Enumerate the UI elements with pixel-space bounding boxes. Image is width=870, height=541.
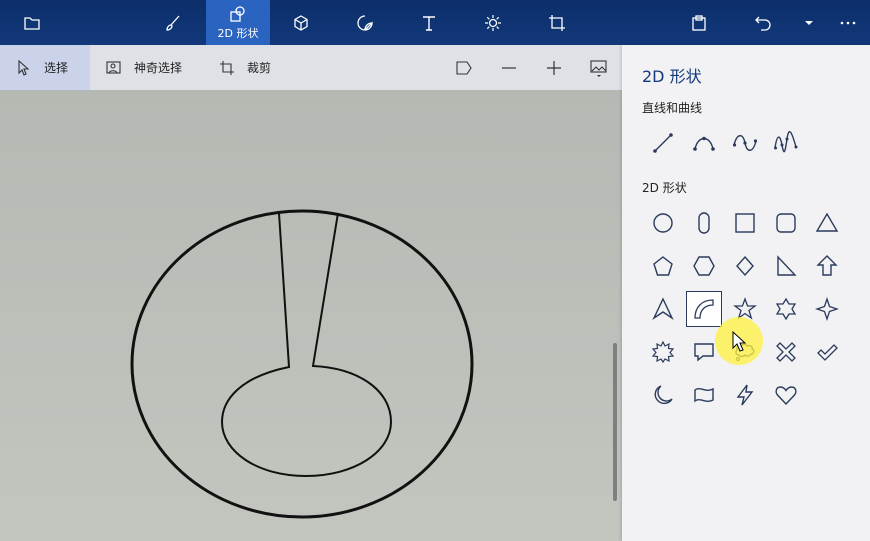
magic-select-button[interactable]: 神奇选择 (106, 45, 182, 90)
shape-toolbar: 选择 神奇选择 裁剪 (0, 45, 622, 90)
zoom-in-icon[interactable] (544, 58, 564, 78)
sticker-icon[interactable] (347, 0, 383, 45)
s-curve-icon[interactable] (727, 125, 763, 161)
right-triangle-icon[interactable] (768, 248, 804, 284)
inner-shape-outline (220, 212, 393, 478)
tab-2d-shapes-label: 2D 形状 (217, 26, 259, 40)
text-icon[interactable] (411, 0, 447, 45)
canvas-crop-icon[interactable] (539, 0, 575, 45)
checkmark-icon[interactable] (809, 334, 845, 370)
arrow-up-icon[interactable] (809, 248, 845, 284)
lightning-icon[interactable] (727, 377, 763, 413)
line-icon[interactable] (645, 125, 681, 161)
star-4-icon[interactable] (809, 291, 845, 327)
magic-select-icon (106, 60, 121, 74)
x-icon[interactable] (768, 334, 804, 370)
top-toolbar: 2D 形状 (0, 0, 870, 45)
select-button[interactable]: 选择 (0, 45, 90, 90)
pentagon-icon[interactable] (645, 248, 681, 284)
image-view-icon[interactable] (589, 58, 609, 78)
brush-icon[interactable] (155, 0, 191, 45)
curve-icon[interactable] (686, 125, 722, 161)
lines-section-heading: 直线和曲线 (642, 101, 703, 115)
banner-icon[interactable] (686, 377, 722, 413)
crop-button[interactable]: 裁剪 (219, 45, 271, 90)
undo-icon[interactable] (745, 0, 781, 45)
star-6-icon[interactable] (768, 291, 804, 327)
mouse-pointer-icon (732, 331, 747, 352)
magic-select-label: 神奇选择 (134, 61, 183, 75)
hexagon-icon[interactable] (686, 248, 722, 284)
burst-icon[interactable] (645, 334, 681, 370)
quarter-circle-icon[interactable] (686, 291, 722, 327)
more-icon[interactable] (830, 0, 866, 45)
square-icon[interactable] (727, 205, 763, 241)
zoom-out-icon[interactable] (499, 58, 519, 78)
crop-icon (220, 60, 234, 75)
history-dropdown-icon[interactable] (795, 0, 823, 45)
vertical-scrollbar[interactable] (613, 343, 617, 501)
shapes-panel: 2D 形状 直线和曲线 2D 形状 (622, 45, 870, 541)
capsule-icon[interactable] (686, 205, 722, 241)
shapes-2d-icon (230, 5, 245, 22)
view-flag-icon[interactable] (454, 58, 474, 78)
double-curve-icon[interactable] (768, 125, 804, 161)
outer-circle-shape (130, 209, 474, 519)
folder-icon[interactable] (14, 0, 50, 45)
heart-icon[interactable] (768, 377, 804, 413)
pointer-icon (18, 59, 30, 76)
diamond-icon[interactable] (727, 248, 763, 284)
panel-title: 2D 形状 (642, 67, 702, 86)
shapes-section-heading: 2D 形状 (642, 181, 687, 195)
paste-icon[interactable] (681, 0, 717, 45)
circle-icon[interactable] (645, 205, 681, 241)
crop-label: 裁剪 (247, 61, 272, 75)
arrowhead-icon[interactable] (645, 291, 681, 327)
rounded-square-icon[interactable] (768, 205, 804, 241)
cube-3d-icon[interactable] (283, 0, 319, 45)
tab-2d-shapes[interactable]: 2D 形状 (206, 0, 270, 45)
triangle-icon[interactable] (809, 205, 845, 241)
moon-icon[interactable] (645, 377, 681, 413)
drawing-canvas[interactable] (0, 90, 622, 541)
select-label: 选择 (44, 61, 69, 75)
drawing (130, 209, 474, 519)
effects-icon[interactable] (475, 0, 511, 45)
